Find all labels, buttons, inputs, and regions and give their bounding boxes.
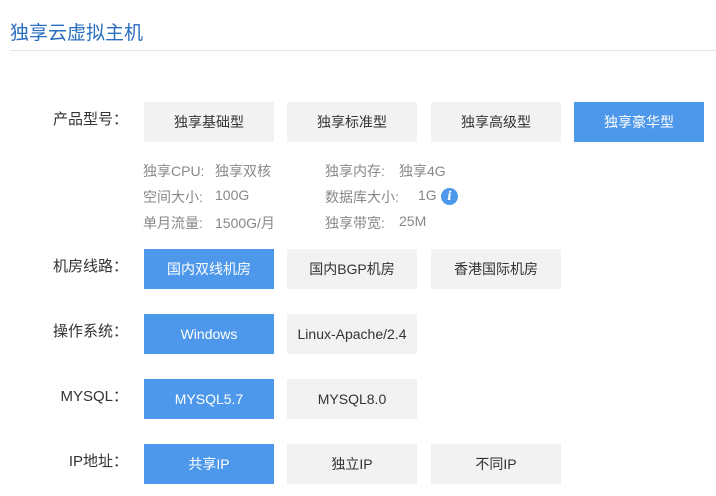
network-label: 机房线路： [52,258,128,275]
option-different-ip[interactable]: 不同IP [431,444,561,484]
product-model-label: 产品型号： [52,111,128,128]
spec-traffic-label: 单月流量: [143,215,203,231]
option-basic[interactable]: 独享基础型 [144,102,274,142]
option-luxury[interactable]: 独享豪华型 [574,102,704,142]
option-mysql57[interactable]: MYSQL5.7 [144,379,274,419]
spec-traffic-value: 1500G/月 [215,215,275,231]
mysql-label: MYSQL： [60,388,128,405]
spec-space-value: 100G [215,187,250,203]
spec-cpu-value: 独享双核 [215,163,271,179]
spec-memory-label: 独享内存: [325,163,385,179]
option-domestic-dual-line[interactable]: 国内双线机房 [144,249,274,289]
spec-database-label: 数据库大小: [325,189,399,205]
ip-label: IP地址： [68,453,128,470]
spec-bandwidth-label: 独享带宽: [325,215,385,231]
option-standard[interactable]: 独享标准型 [287,102,417,142]
option-advanced[interactable]: 独享高级型 [431,102,561,142]
spec-database-value: 1G [418,187,437,203]
option-mysql80[interactable]: MYSQL8.0 [287,379,417,419]
spec-space-label: 空间大小: [143,189,203,205]
spec-cpu-label: 独享CPU: [143,163,205,179]
title-divider [10,50,716,51]
page-title: 独享云虚拟主机 [10,23,144,44]
option-domestic-bgp[interactable]: 国内BGP机房 [287,249,417,289]
option-windows[interactable]: Windows [144,314,274,354]
option-shared-ip[interactable]: 共享IP [144,444,274,484]
spec-bandwidth-value: 25M [399,213,427,229]
page-header: 独享云虚拟主机 [0,0,716,52]
info-icon[interactable]: i [441,188,458,205]
os-label: 操作系统： [52,323,128,340]
spec-memory-value: 独享4G [399,163,446,179]
option-linux-apache[interactable]: Linux-Apache/2.4 [287,314,417,354]
option-hong-kong[interactable]: 香港国际机房 [431,249,561,289]
option-dedicated-ip[interactable]: 独立IP [287,444,417,484]
